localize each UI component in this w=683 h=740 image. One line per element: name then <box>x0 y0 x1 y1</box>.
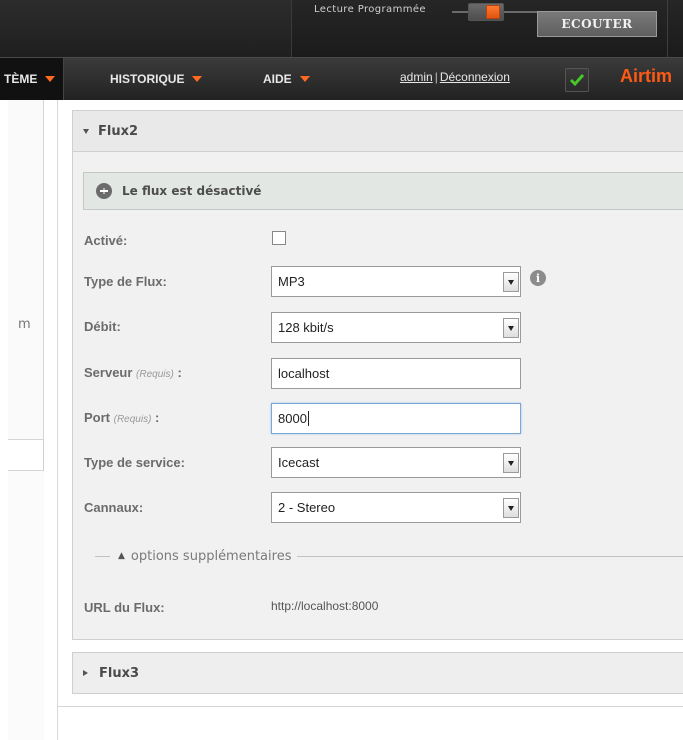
content-bottom-border <box>57 706 683 707</box>
channels-value: 2 - Stereo <box>278 500 336 515</box>
info-icon[interactable]: i <box>530 270 546 286</box>
disabled-status-icon <box>96 183 112 199</box>
stream-type-select[interactable]: MP3 <box>271 266 521 297</box>
top-bar-left-segment <box>0 0 292 57</box>
top-bar-divider <box>667 0 668 57</box>
user-separator: | <box>434 70 438 84</box>
port-colon: : <box>155 410 160 425</box>
active-checkbox[interactable] <box>272 231 286 245</box>
listen-button[interactable]: ECOUTER <box>537 11 657 37</box>
brand-logo: Airtim <box>620 66 673 86</box>
port-label: Port (Requis) : <box>84 410 159 425</box>
server-label-text: Serveur <box>84 365 133 380</box>
dropdown-arrow-icon <box>299 76 310 82</box>
user-link[interactable]: admin <box>400 70 433 84</box>
select-arrow-icon[interactable] <box>503 318 519 338</box>
text-caret <box>307 411 309 426</box>
nav-item-label: TÈME <box>4 72 38 86</box>
nav-item-system[interactable]: TÈME <box>0 58 65 100</box>
channels-label: Cannaux: <box>84 500 144 515</box>
select-arrow-icon[interactable] <box>503 498 519 518</box>
expand-updown-icon: ▲︎ <box>118 551 125 561</box>
extra-options-label: options supplémentaires <box>130 548 292 564</box>
bitrate-label: Débit: <box>84 319 121 334</box>
scheduled-play-label: Lecture Programmée <box>314 4 426 15</box>
dropdown-arrow-icon <box>45 76 56 82</box>
bitrate-select[interactable]: 128 kbit/s <box>271 312 521 343</box>
port-value: 8000 <box>278 411 307 426</box>
service-type-label: Type de service: <box>84 455 185 470</box>
checkmark-icon <box>569 74 585 87</box>
scheduled-play-toggle[interactable] <box>468 3 504 21</box>
active-label: Activé: <box>84 233 128 248</box>
left-sidebar: m <box>8 100 44 740</box>
left-partial-text: m <box>18 317 31 332</box>
user-links: admin | Déconnexion <box>400 70 510 84</box>
nav-item-help[interactable]: AIDE <box>263 58 310 100</box>
flux2-title: Flux2 <box>98 123 139 139</box>
toggle-knob <box>486 5 500 19</box>
stream-type-label: Type de Flux: <box>84 274 167 289</box>
stream-type-value: MP3 <box>278 274 305 289</box>
channels-select[interactable]: 2 - Stereo <box>271 492 521 523</box>
bitrate-value: 128 kbit/s <box>278 320 334 335</box>
server-required-note: (Requis) <box>136 369 174 380</box>
nav-item-history[interactable]: HISTORIQUE <box>110 58 203 100</box>
expand-arrow-icon <box>83 670 88 676</box>
main-nav: TÈME HISTORIQUE AIDE admin | Déconnexion A… <box>0 57 683 100</box>
server-value: localhost <box>278 366 330 381</box>
server-colon: : <box>177 365 182 380</box>
service-type-value: Icecast <box>278 455 320 470</box>
nav-item-label: AIDE <box>263 72 292 86</box>
stream-status-bar: Le flux est désactivé <box>83 172 683 210</box>
divider-line <box>297 555 683 557</box>
top-bar: Lecture Programmée ECOUTER <box>0 0 683 57</box>
select-arrow-icon[interactable] <box>503 453 519 473</box>
collapse-arrow-icon <box>83 128 89 134</box>
flux3-header[interactable]: Flux3 <box>72 652 683 694</box>
flux2-header[interactable]: Flux2 <box>72 110 683 152</box>
port-input[interactable]: 8000 <box>271 403 521 434</box>
dropdown-arrow-icon <box>192 76 203 82</box>
stream-status-text: Le flux est désactivé <box>122 184 262 198</box>
stream-url-value: http://localhost:8000 <box>271 599 379 613</box>
divider-line <box>95 555 110 557</box>
port-label-text: Port <box>84 410 110 425</box>
select-arrow-icon[interactable] <box>503 272 519 292</box>
left-sidebar-bottom-box <box>8 470 44 740</box>
status-check-icon[interactable] <box>565 68 589 92</box>
port-required-note: (Requis) <box>113 414 152 425</box>
left-sidebar-top-box <box>8 100 44 440</box>
nav-item-label: HISTORIQUE <box>110 72 185 86</box>
server-label: Serveur (Requis) : <box>84 365 182 380</box>
flux3-title: Flux3 <box>99 665 140 681</box>
extra-options-toggle[interactable]: ▲︎ options supplémentaires <box>95 548 683 564</box>
stream-url-label: URL du Flux: <box>84 600 165 615</box>
service-type-select[interactable]: Icecast <box>271 447 521 478</box>
logout-link[interactable]: Déconnexion <box>440 70 510 84</box>
server-input[interactable]: localhost <box>271 358 521 389</box>
